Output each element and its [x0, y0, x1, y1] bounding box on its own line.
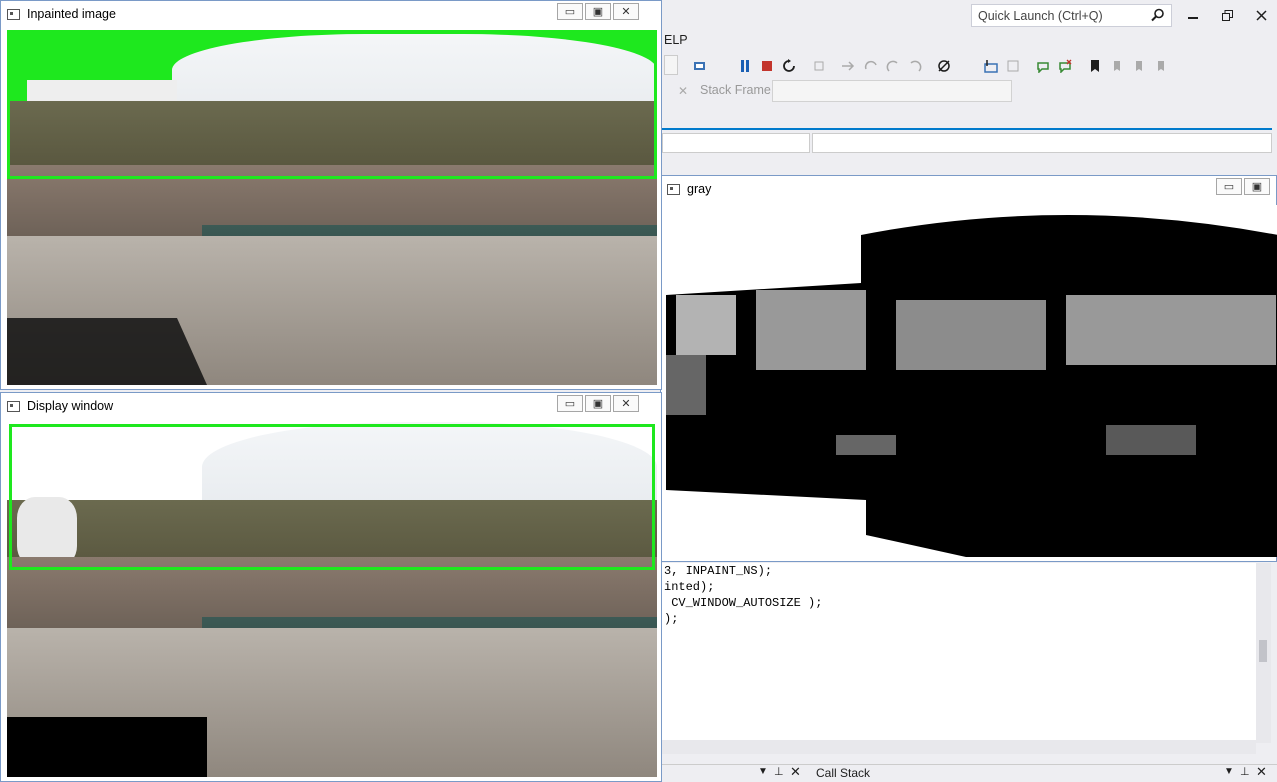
panel-close-icon[interactable]: ✕ — [1256, 764, 1267, 780]
panel-close-icon[interactable]: ✕ — [790, 764, 801, 780]
threads-icon[interactable] — [1004, 57, 1022, 75]
window-controls: ▭ ▣ ✕ — [555, 3, 639, 20]
debug-target-icon[interactable] — [692, 57, 710, 75]
window-title: Inpainted image — [27, 7, 116, 21]
quick-launch-placeholder: Quick Launch (Ctrl+Q) — [978, 9, 1103, 23]
config-dropdown[interactable] — [664, 55, 678, 75]
bookmark-icon[interactable] — [1086, 57, 1104, 75]
call-stack-tab[interactable]: Call Stack — [816, 766, 870, 780]
window-icon — [7, 400, 20, 412]
code-editor[interactable]: 3, INPAINT_NS); inted); CV_WINDOW_AUTOSI… — [662, 563, 1256, 743]
gray-window[interactable]: gray ▭ ▣ — [660, 175, 1277, 562]
minimize-icon[interactable]: ▭ — [1216, 178, 1242, 195]
step-back-icon[interactable] — [906, 57, 924, 75]
show-next-icon[interactable] — [810, 57, 828, 75]
inpainted-image-canvas — [7, 30, 657, 385]
maximize-icon[interactable]: ▣ — [585, 3, 611, 20]
display-image-canvas — [7, 422, 657, 777]
window-controls: ▭ ▣ ✕ — [555, 395, 639, 412]
comment-icon[interactable] — [1034, 57, 1052, 75]
window-icon — [667, 183, 680, 195]
minimize-icon[interactable]: ▭ — [557, 395, 583, 412]
panel-dropdown-icon[interactable]: ▼ — [1224, 766, 1234, 777]
pin-icon[interactable]: ⊥ — [1240, 765, 1250, 778]
step-into-icon[interactable] — [840, 57, 858, 75]
selection-rectangle — [9, 424, 655, 570]
window-title-bar[interactable]: Inpainted image ▭ ▣ ✕ — [1, 1, 661, 27]
threads-filter-icon[interactable]: ✕ — [678, 84, 688, 98]
code-line: CV_WINDOW_AUTOSIZE ); — [664, 596, 823, 610]
uncomment-icon[interactable] — [1056, 57, 1074, 75]
editor-tab-accent — [662, 128, 1272, 130]
display-window[interactable]: Display window ▭ ▣ ✕ — [0, 392, 662, 782]
quick-launch-input[interactable]: Quick Launch (Ctrl+Q) — [971, 4, 1172, 27]
gray-image-canvas — [666, 205, 1277, 557]
clear-bookmarks-icon[interactable] — [1152, 57, 1170, 75]
maximize-icon[interactable]: ▣ — [1244, 178, 1270, 195]
code-line: 3, INPAINT_NS); — [664, 564, 773, 578]
scope-dropdown[interactable] — [662, 133, 810, 153]
code-line: ); — [664, 612, 679, 626]
close-icon[interactable]: ✕ — [613, 395, 639, 412]
pin-icon[interactable]: ⊥ — [774, 765, 784, 778]
breakpoint-toggle-icon[interactable] — [936, 57, 954, 75]
minimize-icon[interactable]: ▭ — [557, 3, 583, 20]
search-icon[interactable] — [1151, 8, 1165, 25]
window-title-bar[interactable]: gray ▭ ▣ — [661, 176, 1276, 202]
selection-rectangle — [7, 30, 657, 179]
stack-frame-dropdown[interactable] — [772, 80, 1012, 102]
window-title-bar[interactable]: Display window ▭ ▣ ✕ — [1, 393, 661, 419]
window-title: Display window — [27, 399, 114, 413]
inpainted-image-window[interactable]: Inpainted image ▭ ▣ ✕ — [0, 0, 662, 390]
bottom-panel-tabs — [662, 764, 1277, 782]
menu-help[interactable]: ELP — [664, 33, 688, 47]
prev-bookmark-icon[interactable] — [1108, 57, 1126, 75]
close-icon[interactable] — [1253, 7, 1269, 23]
step-over-icon[interactable] — [862, 57, 880, 75]
restart-icon[interactable] — [780, 57, 798, 75]
stack-frame-label: Stack Frame: — [700, 83, 775, 97]
scrollbar-thumb[interactable] — [1259, 640, 1267, 662]
editor-horizontal-scrollbar[interactable] — [662, 740, 1256, 754]
window-title: gray — [687, 182, 712, 196]
hex-display-icon[interactable] — [982, 57, 1000, 75]
pause-icon[interactable] — [736, 57, 754, 75]
window-icon — [7, 8, 20, 20]
maximize-icon[interactable]: ▣ — [585, 395, 611, 412]
member-dropdown[interactable] — [812, 133, 1272, 153]
window-controls: ▭ ▣ — [1214, 178, 1270, 195]
minimize-icon[interactable] — [1185, 7, 1201, 23]
desktop: Quick Launch (Ctrl+Q) ELP ✕ Stack Frame:… — [0, 0, 1277, 782]
stop-icon[interactable] — [758, 57, 776, 75]
panel-dropdown-icon[interactable]: ▼ — [758, 766, 768, 777]
next-bookmark-icon[interactable] — [1130, 57, 1148, 75]
close-icon[interactable]: ✕ — [613, 3, 639, 20]
step-out-icon[interactable] — [884, 57, 902, 75]
restore-icon[interactable] — [1219, 7, 1235, 23]
code-line: inted); — [664, 580, 715, 594]
